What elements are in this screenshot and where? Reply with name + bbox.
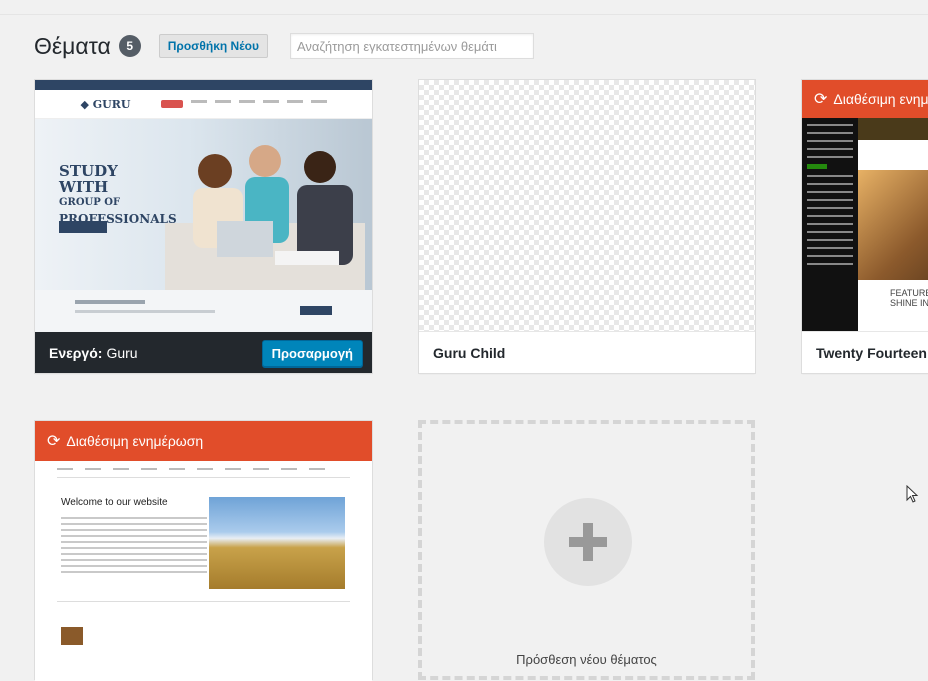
update-banner-text: Διαθέσιμη ενημέρωση [66, 433, 204, 449]
thumbnail-image [61, 627, 83, 645]
theme-card-guru-child[interactable]: Guru Child [418, 79, 756, 374]
add-new-theme-label: Πρόσθεση νέου θέματος [516, 652, 657, 667]
theme-screenshot-update[interactable]: ⟳ Διαθέσιμη ενημέρωση Welcome to our web… [35, 421, 372, 681]
theme-count-badge: 5 [118, 35, 141, 57]
theme-card-guru[interactable]: ◆ GURU STUDY WITH GROUP OF PROFESSIONALS [34, 79, 373, 374]
update-available-banner[interactable]: ⟳ Διαθέσιμη ενημέρωση [802, 80, 928, 118]
theme-name-bar: Guru Child [419, 331, 755, 373]
tf-feature-1: FEATURE [890, 288, 928, 298]
active-label: Ενεργό: [49, 344, 103, 361]
mouse-cursor-icon [906, 485, 919, 503]
theme-card-twenty-fourteen[interactable]: ⟳ Διαθέσιμη ενημέρωση FEATURESHINE IN Tw… [801, 79, 928, 374]
update-preview: Welcome to our website [35, 461, 372, 681]
plus-icon [544, 498, 632, 586]
guru-logo: ◆ GURU [80, 97, 131, 111]
guru-newsletter [35, 290, 372, 334]
guru-hero-title: STUDY WITH GROUP OF PROFESSIONALS [59, 162, 177, 226]
guru-hero: STUDY WITH GROUP OF PROFESSIONALS [35, 119, 372, 293]
update-available-banner[interactable]: ⟳ Διαθέσιμη ενημέρωση [35, 421, 372, 461]
top-bar-area [0, 0, 928, 15]
add-new-theme-card[interactable]: Πρόσθεση νέου θέματος [418, 420, 755, 680]
refresh-icon: ⟳ [47, 433, 61, 450]
theme-name-bar: Ενεργό: Guru Προσαρμογή [35, 332, 372, 373]
guru-navbar: ◆ GURU [35, 90, 372, 119]
update-banner-text: Διαθέσιμη ενημέρωση [833, 91, 928, 107]
customize-button[interactable]: Προσαρμογή [261, 340, 363, 367]
theme-card-update[interactable]: ⟳ Διαθέσιμη ενημέρωση Welcome to our web… [34, 420, 373, 681]
guru-logo-text: GURU [92, 97, 131, 111]
theme-name: Twenty Fourteen [816, 344, 927, 361]
refresh-icon: ⟳ [814, 91, 828, 108]
theme-screenshot-twenty-fourteen[interactable]: ⟳ Διαθέσιμη ενημέρωση FEATURESHINE IN [802, 80, 928, 333]
themes-header: Θέματα 5 Προσθήκη Νέου [34, 30, 534, 62]
theme-name: Guru Child [433, 344, 506, 361]
search-installed-themes-input[interactable] [289, 33, 534, 59]
add-new-button[interactable]: Προσθήκη Νέου [158, 34, 268, 58]
wheat-field-image [209, 497, 345, 589]
theme-name: Guru [106, 344, 138, 361]
empty-screenshot-placeholder [419, 80, 755, 333]
theme-screenshot-guru[interactable]: ◆ GURU STUDY WITH GROUP OF PROFESSIONALS [35, 80, 372, 334]
welcome-heading: Welcome to our website [61, 497, 168, 508]
theme-screenshot-guru-child[interactable] [419, 80, 755, 333]
guru-top-strip [35, 80, 372, 90]
guru-menu [160, 100, 327, 108]
page-title: Θέματα [34, 32, 111, 59]
students-image [165, 145, 365, 293]
theme-name-bar: Twenty Fourteen [802, 331, 928, 373]
tf-preview: FEATURE SHINE IN [802, 118, 928, 332]
tf-feature-2: SHINE IN [890, 298, 928, 308]
guru-cta [59, 221, 107, 233]
